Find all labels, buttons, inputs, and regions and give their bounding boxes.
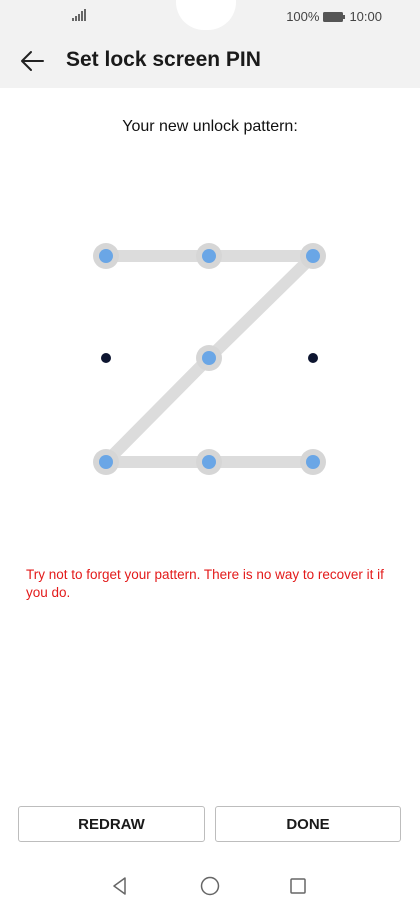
redraw-button[interactable]: REDRAW bbox=[18, 806, 205, 842]
pattern-subtitle: Your new unlock pattern: bbox=[122, 118, 298, 135]
triangle-back-icon bbox=[113, 877, 126, 895]
system-nav-bar bbox=[0, 862, 420, 910]
pattern-dot-3 bbox=[300, 243, 326, 269]
battery-icon bbox=[323, 11, 346, 22]
pattern-dot-7 bbox=[93, 449, 119, 475]
circle-home-icon bbox=[200, 876, 220, 896]
screen: 100% 10:00 Set lock screen PIN Your new … bbox=[0, 0, 420, 910]
status-right: 100% 10:00 bbox=[286, 9, 382, 24]
back-button[interactable] bbox=[14, 46, 50, 76]
nav-recents-button[interactable] bbox=[286, 874, 310, 898]
pattern-dot-9 bbox=[300, 449, 326, 475]
pattern-dot-4 bbox=[101, 353, 111, 363]
pattern-dot-8 bbox=[196, 449, 222, 475]
status-bar: 100% 10:00 bbox=[0, 0, 420, 32]
arrow-left-icon bbox=[21, 51, 44, 71]
battery-percent: 100% bbox=[286, 9, 320, 24]
pattern-dot-2 bbox=[196, 243, 222, 269]
pattern-dot-6 bbox=[308, 353, 318, 363]
pattern-dot-5 bbox=[196, 345, 222, 371]
done-button[interactable]: DONE bbox=[215, 806, 401, 842]
nav-back-button[interactable] bbox=[108, 874, 132, 898]
signal-icon bbox=[72, 9, 86, 21]
clock: 10:00 bbox=[349, 9, 382, 24]
warning-message: Try not to forget your pattern. There is… bbox=[26, 567, 384, 600]
header: Set lock screen PIN bbox=[0, 32, 420, 88]
nav-home-button[interactable] bbox=[198, 874, 222, 898]
page-title: Set lock screen PIN bbox=[66, 48, 261, 71]
pattern-dot-1 bbox=[93, 243, 119, 269]
unlock-pattern-grid[interactable] bbox=[0, 200, 420, 520]
square-recents-icon bbox=[290, 878, 306, 894]
top-bar: 100% 10:00 Set lock screen PIN bbox=[0, 0, 420, 88]
